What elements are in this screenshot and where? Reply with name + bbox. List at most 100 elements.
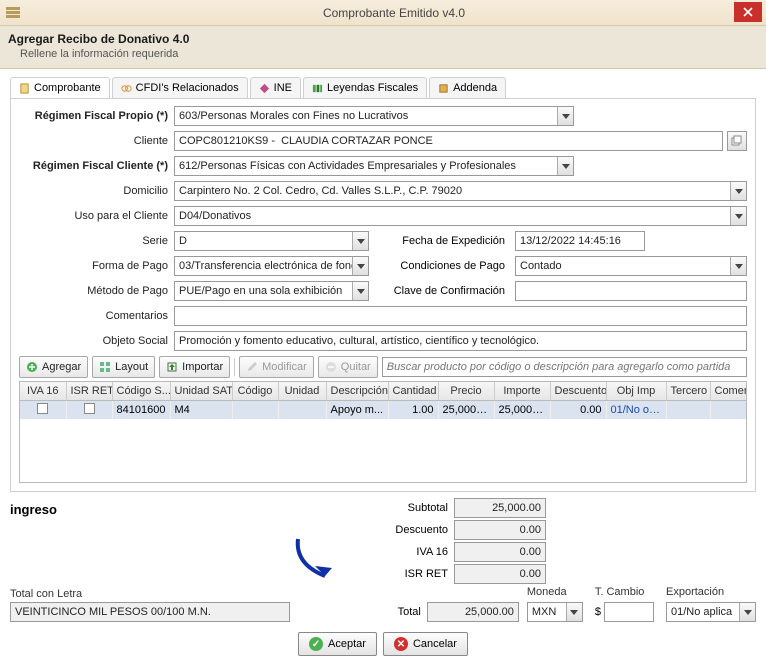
- cliente-lookup-button[interactable]: [727, 131, 747, 151]
- col-descuento[interactable]: Descuento: [550, 382, 606, 401]
- window-title: Comprobante Emitido v4.0: [28, 6, 760, 20]
- comentarios-input[interactable]: [174, 306, 747, 326]
- col-codigo[interactable]: Código: [232, 382, 278, 401]
- cell-tercero: [666, 401, 710, 420]
- search-input[interactable]: [382, 357, 747, 377]
- items-grid[interactable]: IVA 16 ISR RET Código S... Unidad SAT Có…: [19, 381, 747, 483]
- minus-icon: [325, 361, 337, 373]
- cell-descuento: 0.00: [550, 401, 606, 420]
- metodo-pago-select[interactable]: [174, 281, 369, 301]
- tcambio-input[interactable]: [604, 602, 654, 622]
- tab-leyendas[interactable]: Leyendas Fiscales: [303, 77, 427, 98]
- grid-toolbar: Agregar Layout Importar Modificar Quitar: [19, 356, 747, 378]
- col-desc[interactable]: Descripción: [326, 382, 388, 401]
- close-button[interactable]: [734, 2, 762, 22]
- uso-select[interactable]: [174, 206, 747, 226]
- label-tcambio: T. Cambio: [595, 586, 654, 598]
- books-icon: [312, 83, 323, 94]
- totals-section: ingreso Subtotal Descuento IVA 16 ISR RE…: [10, 498, 756, 656]
- regimen-cliente-select[interactable]: [174, 156, 574, 176]
- isr-checkbox[interactable]: [84, 403, 95, 414]
- label-metodo-pago: Método de Pago: [19, 285, 174, 297]
- tab-label: Addenda: [453, 82, 497, 94]
- tab-cfdis[interactable]: CFDI's Relacionados: [112, 77, 248, 98]
- regimen-propio-select[interactable]: [174, 106, 574, 126]
- label-uso: Uso para el Cliente: [19, 210, 174, 222]
- col-unidad[interactable]: Unidad: [278, 382, 326, 401]
- col-importe[interactable]: Importe: [494, 382, 550, 401]
- aceptar-button[interactable]: ✓Aceptar: [298, 632, 377, 656]
- book-icon: [438, 83, 449, 94]
- import-icon: [166, 361, 178, 373]
- layout-button[interactable]: Layout: [92, 356, 155, 378]
- cell-obj: 01/No ob...: [606, 401, 666, 420]
- label-serie: Serie: [19, 235, 174, 247]
- cell-importe: 25,000.00: [494, 401, 550, 420]
- currency-symbol: $: [595, 606, 601, 618]
- label-regimen-propio: Régimen Fiscal Propio (*): [19, 110, 174, 122]
- clave-conf-input[interactable]: [515, 281, 747, 301]
- tab-ine[interactable]: INE: [250, 77, 301, 98]
- agregar-button[interactable]: Agregar: [19, 356, 88, 378]
- label-moneda: Moneda: [527, 586, 583, 598]
- col-precio[interactable]: Precio: [438, 382, 494, 401]
- grid-header-row: IVA 16 ISR RET Código S... Unidad SAT Có…: [20, 382, 747, 401]
- titlebar: Comprobante Emitido v4.0: [0, 0, 766, 26]
- cell-coment: [710, 401, 747, 420]
- moneda-select[interactable]: [527, 602, 583, 622]
- col-isr[interactable]: ISR RET: [66, 382, 112, 401]
- domicilio-select[interactable]: [174, 181, 747, 201]
- action-bar: ✓Aceptar ✕Cancelar: [10, 632, 756, 656]
- edit-icon: [246, 361, 258, 373]
- label-cond-pago: Condiciones de Pago: [373, 260, 511, 272]
- label-fecha-exp: Fecha de Expedición: [373, 235, 511, 247]
- col-cant[interactable]: Cantidad: [388, 382, 438, 401]
- grid-row[interactable]: 84101600 M4 Apoyo m... 1.00 25,000.00 25…: [20, 401, 747, 420]
- quitar-button[interactable]: Quitar: [318, 356, 378, 378]
- plus-icon: [26, 361, 38, 373]
- label-cliente: Cliente: [19, 135, 174, 147]
- link-icon: [121, 83, 132, 94]
- tab-comprobante[interactable]: Comprobante: [10, 77, 110, 98]
- importar-button[interactable]: Importar: [159, 356, 230, 378]
- subheader: Agregar Recibo de Donativo 4.0 Rellene l…: [0, 26, 766, 69]
- btn-label: Importar: [182, 361, 223, 373]
- cell-codigos: 84101600: [112, 401, 170, 420]
- serie-select[interactable]: [174, 231, 369, 251]
- tab-label: Comprobante: [34, 82, 101, 94]
- label-descuento: Descuento: [374, 524, 454, 536]
- x-icon: ✕: [394, 637, 408, 651]
- label-isr: ISR RET: [374, 568, 454, 580]
- modificar-button[interactable]: Modificar: [239, 356, 314, 378]
- cards-icon: [731, 135, 743, 147]
- btn-label: Quitar: [341, 361, 371, 373]
- cell-desc: Apoyo m...: [326, 401, 388, 420]
- forma-pago-select[interactable]: [174, 256, 369, 276]
- tab-label: INE: [274, 82, 292, 94]
- tabs: Comprobante CFDI's Relacionados INE Leye…: [0, 69, 766, 98]
- cancelar-button[interactable]: ✕Cancelar: [383, 632, 468, 656]
- col-obj[interactable]: Obj Imp: [606, 382, 666, 401]
- col-codigos[interactable]: Código S...: [112, 382, 170, 401]
- page-title: Agregar Recibo de Donativo 4.0: [8, 32, 758, 46]
- btn-label: Layout: [115, 361, 148, 373]
- fecha-exp-input[interactable]: [515, 231, 645, 251]
- col-unidad-sat[interactable]: Unidad SAT: [170, 382, 232, 401]
- btn-label: Agregar: [42, 361, 81, 373]
- cliente-input[interactable]: [174, 131, 723, 151]
- cond-pago-select[interactable]: [515, 256, 747, 276]
- tab-addenda[interactable]: Addenda: [429, 77, 506, 98]
- ingreso-label: ingreso: [10, 498, 210, 584]
- iva-checkbox[interactable]: [37, 403, 48, 414]
- page-subtitle: Rellene la información requerida: [20, 48, 758, 60]
- descuento-value: [454, 520, 546, 540]
- btn-label: Modificar: [262, 361, 307, 373]
- objeto-input[interactable]: [174, 331, 747, 351]
- export-select[interactable]: [666, 602, 756, 622]
- close-icon: [743, 7, 753, 17]
- col-iva[interactable]: IVA 16: [20, 382, 66, 401]
- form-pane: Régimen Fiscal Propio (*) Cliente Régime…: [10, 98, 756, 492]
- check-icon: ✓: [309, 637, 323, 651]
- col-coment[interactable]: Comenta...: [710, 382, 747, 401]
- col-tercero[interactable]: Tercero: [666, 382, 710, 401]
